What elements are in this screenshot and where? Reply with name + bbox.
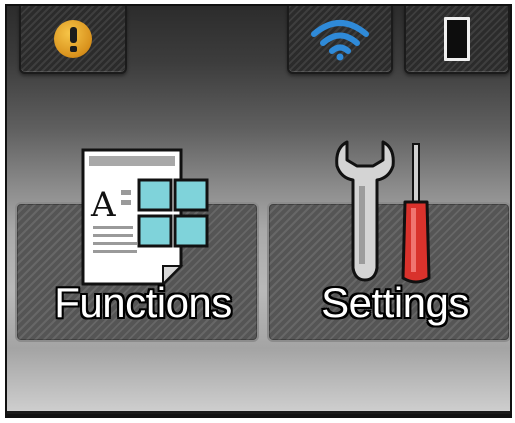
warning-icon <box>54 20 92 58</box>
memory-card-icon <box>444 17 470 61</box>
svg-text:A: A <box>90 185 116 225</box>
touch-screen: A Functions Settings <box>5 4 512 418</box>
settings-label: Settings <box>321 279 469 326</box>
wifi-icon <box>311 20 369 61</box>
warning-button[interactable] <box>19 6 127 74</box>
settings-icon <box>335 140 431 284</box>
wifi-button[interactable] <box>287 6 393 74</box>
functions-label: Functions <box>54 279 232 326</box>
functions-icon: A <box>81 148 209 287</box>
screen-bottom-edge <box>7 411 510 414</box>
memory-card-button[interactable] <box>404 6 510 74</box>
